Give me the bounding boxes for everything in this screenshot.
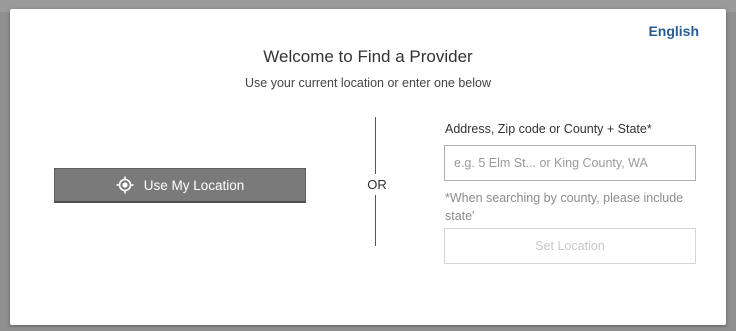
county-hint-text: *When searching by county, please includ… <box>445 191 684 223</box>
or-separator: OR <box>367 177 387 192</box>
crosshair-location-icon <box>116 176 134 194</box>
find-provider-dialog: English Welcome to Find a Provider Use y… <box>10 9 726 325</box>
vertical-divider-top <box>375 117 376 174</box>
location-field-label: Address, Zip code or County + State* <box>445 122 652 136</box>
vertical-divider-bottom <box>375 195 376 246</box>
location-input[interactable] <box>444 145 696 181</box>
dialog-title: Welcome to Find a Provider <box>263 47 473 66</box>
language-link[interactable]: English <box>648 23 699 39</box>
set-location-button[interactable]: Set Location <box>444 228 696 264</box>
use-my-location-button[interactable]: Use My Location <box>54 168 306 203</box>
dialog-subtitle: Use your current location or enter one b… <box>245 76 491 90</box>
use-my-location-label: Use My Location <box>143 177 245 193</box>
